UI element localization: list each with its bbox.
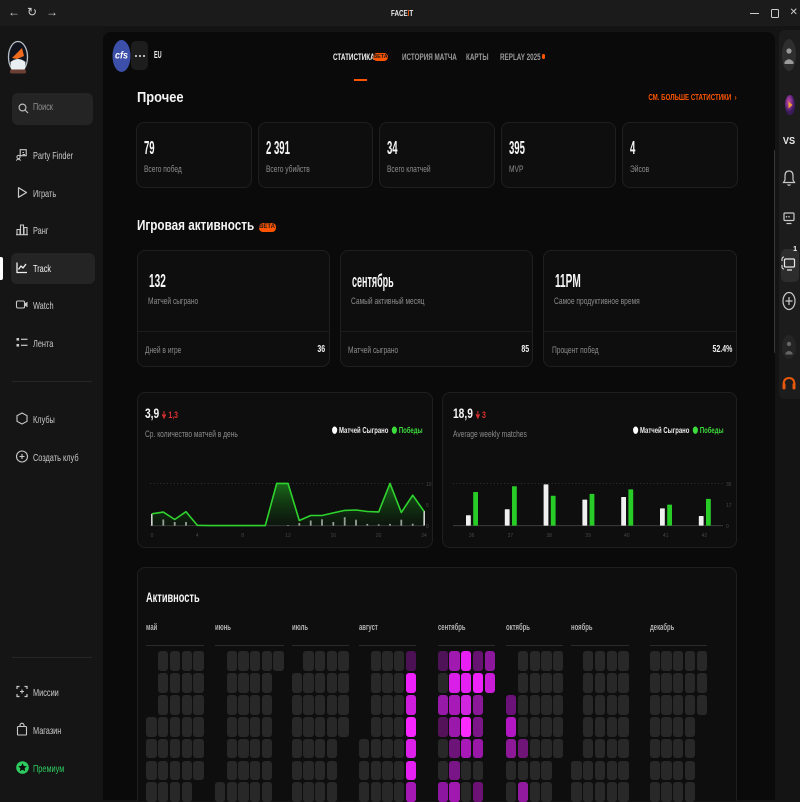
svg-text:cfs: cfs: [115, 50, 128, 62]
svg-text:VS: VS: [783, 136, 796, 147]
